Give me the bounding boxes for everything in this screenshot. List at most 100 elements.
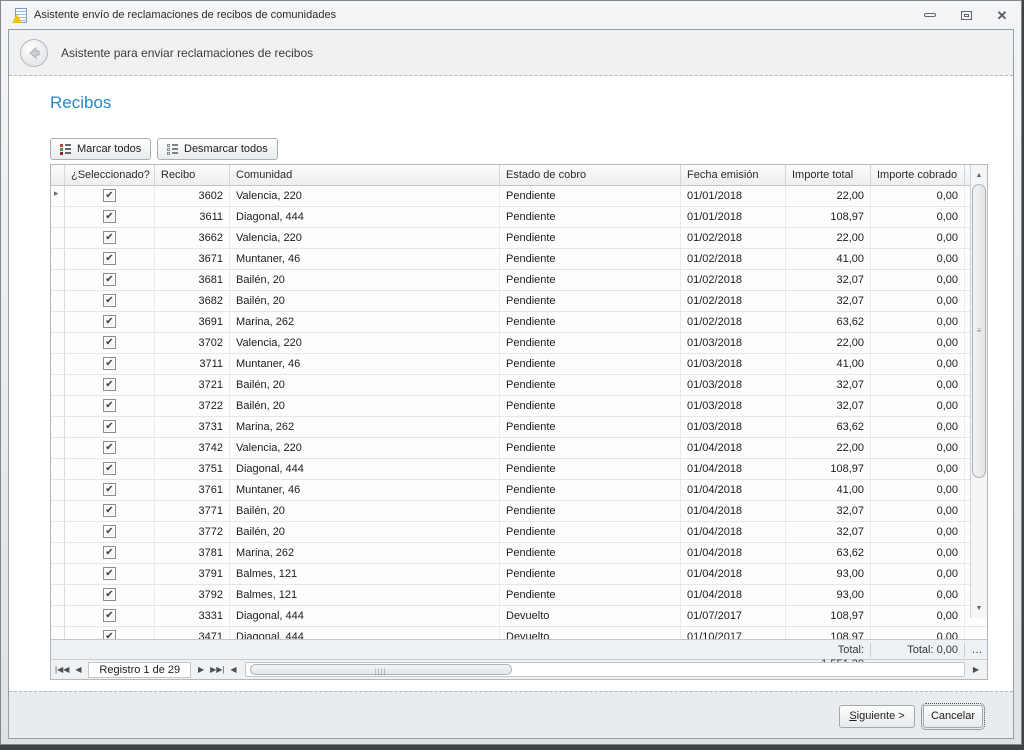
row-checkbox[interactable]: ✔ xyxy=(103,630,116,639)
next-record-button[interactable]: ▶ xyxy=(193,665,209,674)
row-checkbox[interactable]: ✔ xyxy=(103,504,116,517)
row-checkbox[interactable]: ✔ xyxy=(103,252,116,265)
deselect-all-button[interactable]: Desmarcar todos xyxy=(157,138,278,160)
cell-selected: ✔ xyxy=(65,207,155,227)
table-row[interactable]: ✔ 3761 Muntaner, 46 Pendiente 01/04/2018 41,0… xyxy=(51,480,987,501)
table-row[interactable]: ✔ 3781 Marina, 262 Pendiente 01/04/2018 63,62… xyxy=(51,543,987,564)
column-header-fecha[interactable]: Fecha emisión xyxy=(681,165,786,185)
column-header-importe_total[interactable]: Importe total xyxy=(786,165,871,185)
row-checkbox[interactable]: ✔ xyxy=(103,483,116,496)
cell-selected: ✔ xyxy=(65,522,155,542)
table-row[interactable]: ✔ 3662 Valencia, 220 Pendiente 01/02/2018 22,… xyxy=(51,228,987,249)
close-button[interactable]: ✕ xyxy=(991,6,1013,24)
table-row[interactable]: ✔ 3611 Diagonal, 444 Pendiente 01/01/2018 108… xyxy=(51,207,987,228)
table-row[interactable]: ✔ 3722 Bailén, 20 Pendiente 01/03/2018 32,07 0… xyxy=(51,396,987,417)
row-checkbox[interactable]: ✔ xyxy=(103,189,116,202)
scroll-right-button[interactable]: ▶ xyxy=(968,665,984,674)
table-row[interactable]: ✔ 3671 Muntaner, 46 Pendiente 01/02/2018 41,0… xyxy=(51,249,987,270)
cell-importe_total: 108,97 xyxy=(786,606,871,626)
record-navigator: |◀◀ ◀ Registro 1 de 29 ▶ ▶▶| ◀ |||| ▶ xyxy=(51,659,987,679)
table-row[interactable]: ✔ 3331 Diagonal, 444 Devuelto 01/07/2017 108,… xyxy=(51,606,987,627)
cell-importe_cobrado: 0,00 xyxy=(871,333,965,353)
row-checkbox[interactable]: ✔ xyxy=(103,525,116,538)
row-checkbox[interactable]: ✔ xyxy=(103,420,116,433)
row-checkbox[interactable]: ✔ xyxy=(103,231,116,244)
column-header-selected[interactable]: ¿Seleccionado? xyxy=(65,165,155,185)
cell-fecha: 01/04/2018 xyxy=(681,501,786,521)
table-row[interactable]: ✔ 3682 Bailén, 20 Pendiente 01/02/2018 32,07 0… xyxy=(51,291,987,312)
first-record-button[interactable]: |◀◀ xyxy=(54,665,70,674)
cell-selected: ✔ xyxy=(65,585,155,605)
row-indicator xyxy=(51,417,65,437)
checklist-icon xyxy=(60,143,71,155)
horizontal-scrollbar[interactable]: |||| xyxy=(244,662,965,677)
table-row[interactable]: ✔ 3721 Bailén, 20 Pendiente 01/03/2018 32,07 0… xyxy=(51,375,987,396)
next-accel: S xyxy=(849,710,857,722)
row-checkbox[interactable]: ✔ xyxy=(103,273,116,286)
cell-importe_cobrado: 0,00 xyxy=(871,522,965,542)
wizard-header: Asistente para enviar reclamaciones de r… xyxy=(9,30,1013,76)
table-row[interactable]: ✔ 3751 Diagonal, 444 Pendiente 01/04/2018 108… xyxy=(51,459,987,480)
cell-estado: Devuelto xyxy=(500,627,681,639)
cell-comunidad: Bailén, 20 xyxy=(230,291,500,311)
row-checkbox[interactable]: ✔ xyxy=(103,399,116,412)
table-row[interactable]: ✔ 3681 Bailén, 20 Pendiente 01/02/2018 32,07 0… xyxy=(51,270,987,291)
warning-triangle-icon xyxy=(12,14,22,23)
title-bar[interactable]: Asistente envío de reclamaciones de reci… xyxy=(1,1,1021,29)
column-header-recibo[interactable]: Recibo xyxy=(155,165,230,185)
row-checkbox[interactable]: ✔ xyxy=(103,546,116,559)
row-checkbox[interactable]: ✔ xyxy=(103,588,116,601)
row-checkbox[interactable]: ✔ xyxy=(103,315,116,328)
table-row[interactable]: ✔ 3711 Muntaner, 46 Pendiente 01/03/2018 41,0… xyxy=(51,354,987,375)
row-checkbox[interactable]: ✔ xyxy=(103,609,116,622)
prev-record-button[interactable]: ◀ xyxy=(70,665,86,674)
column-header-comunidad[interactable]: Comunidad xyxy=(230,165,500,185)
scroll-up-icon[interactable]: ▲ xyxy=(971,167,987,183)
last-record-button[interactable]: ▶▶| xyxy=(209,665,225,674)
row-indicator xyxy=(51,291,65,311)
row-checkbox[interactable]: ✔ xyxy=(103,336,116,349)
row-checkbox[interactable]: ✔ xyxy=(103,378,116,391)
next-step-button[interactable]: Siguiente > xyxy=(839,705,915,728)
row-checkbox[interactable]: ✔ xyxy=(103,462,116,475)
vertical-scrollbar-thumb[interactable]: ≡ xyxy=(972,184,986,478)
back-button[interactable] xyxy=(20,38,48,67)
table-row[interactable]: ✔ 3792 Balmes, 121 Pendiente 01/04/2018 93,00… xyxy=(51,585,987,606)
scroll-down-icon[interactable]: ▼ xyxy=(971,600,987,616)
column-header-importe_cobrado[interactable]: Importe cobrado xyxy=(871,165,965,185)
total-importe-total: Total: 1.551,30 xyxy=(786,642,871,670)
table-row[interactable]: ✔ 3702 Valencia, 220 Pendiente 01/03/2018 22,… xyxy=(51,333,987,354)
table-row[interactable]: ✔ 3471 Diagonal, 444 Devuelto 01/10/2017 108,… xyxy=(51,627,987,639)
vertical-scrollbar[interactable]: ▲ ≡ ▼ xyxy=(970,165,987,618)
cell-comunidad: Bailén, 20 xyxy=(230,396,500,416)
cell-recibo: 3792 xyxy=(155,585,230,605)
row-checkbox[interactable]: ✔ xyxy=(103,210,116,223)
table-row[interactable]: ✔ 3791 Balmes, 121 Pendiente 01/04/2018 93,00… xyxy=(51,564,987,585)
scroll-left-button[interactable]: ◀ xyxy=(226,665,242,674)
cell-comunidad: Diagonal, 444 xyxy=(230,606,500,626)
thumb-grip-icon: ≡ xyxy=(976,326,982,335)
row-checkbox[interactable]: ✔ xyxy=(103,294,116,307)
horizontal-scrollbar-thumb[interactable]: |||| xyxy=(249,664,512,676)
table-row[interactable]: ✔ 3731 Marina, 262 Pendiente 01/03/2018 63,62… xyxy=(51,417,987,438)
select-all-button[interactable]: Marcar todos xyxy=(50,138,152,160)
row-checkbox[interactable]: ✔ xyxy=(103,441,116,454)
row-checkbox[interactable]: ✔ xyxy=(103,357,116,370)
cell-recibo: 3471 xyxy=(155,627,230,639)
cell-estado: Pendiente xyxy=(500,564,681,584)
minimize-button[interactable] xyxy=(919,6,941,24)
table-row[interactable]: ✔ 3772 Bailén, 20 Pendiente 01/04/2018 32,07 0… xyxy=(51,522,987,543)
row-indicator xyxy=(51,228,65,248)
table-row[interactable]: ▸ ✔ 3602 Valencia, 220 Pendiente 01/01/2018 22… xyxy=(51,186,987,207)
row-indicator xyxy=(51,543,65,563)
maximize-button[interactable] xyxy=(955,6,977,24)
row-checkbox[interactable]: ✔ xyxy=(103,567,116,580)
column-header-estado[interactable]: Estado de cobro xyxy=(500,165,681,185)
cell-fecha: 01/04/2018 xyxy=(681,459,786,479)
table-row[interactable]: ✔ 3771 Bailén, 20 Pendiente 01/04/2018 32,07 0… xyxy=(51,501,987,522)
table-row[interactable]: ✔ 3742 Valencia, 220 Pendiente 01/04/2018 22,… xyxy=(51,438,987,459)
cell-fecha: 01/02/2018 xyxy=(681,228,786,248)
cancel-button[interactable]: Cancelar xyxy=(921,703,985,730)
cell-estado: Pendiente xyxy=(500,375,681,395)
table-row[interactable]: ✔ 3691 Marina, 262 Pendiente 01/02/2018 63,62… xyxy=(51,312,987,333)
